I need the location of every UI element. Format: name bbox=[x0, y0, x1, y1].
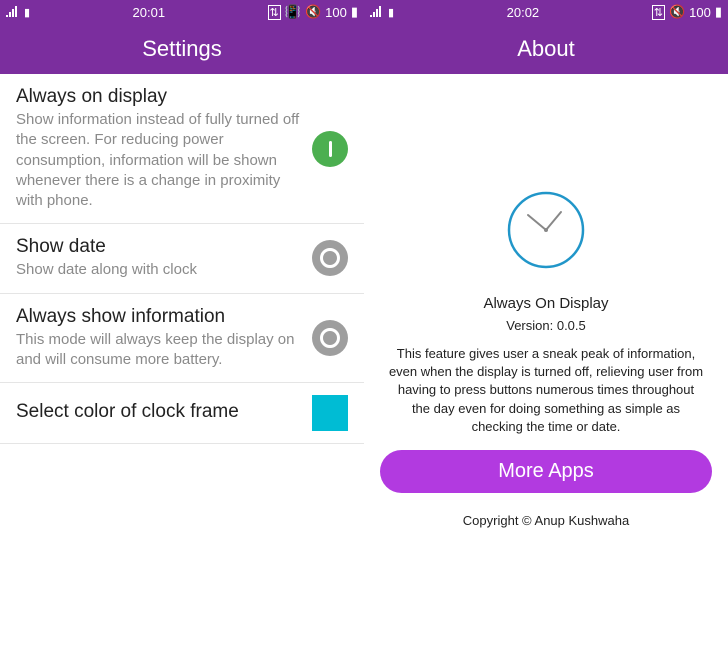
mute-icon: 🔇 bbox=[669, 4, 685, 20]
app-description: This feature gives user a sneak peak of … bbox=[380, 345, 712, 436]
setting-title: Show date bbox=[16, 236, 300, 258]
about-body: Always On Display Version: 0.0.5 This fe… bbox=[364, 74, 728, 647]
mute-icon: 🔇 bbox=[305, 4, 321, 20]
setting-subtitle: Show date along with clock bbox=[16, 260, 300, 280]
settings-list: Always on display Show information inste… bbox=[0, 74, 364, 647]
app-name: Always On Display bbox=[483, 295, 608, 312]
battery-icon: ▮ bbox=[351, 4, 358, 20]
signal-icon bbox=[6, 5, 20, 20]
toggle-off-icon[interactable] bbox=[312, 240, 348, 276]
copyright-text: Copyright © Anup Kushwaha bbox=[463, 513, 629, 528]
battery-text: 100 bbox=[325, 5, 347, 20]
toggle-off-icon[interactable] bbox=[312, 320, 348, 356]
setting-always-show-info[interactable]: Always show information This mode will a… bbox=[0, 294, 364, 384]
battery-icon: ▮ bbox=[715, 4, 722, 20]
sync-icon: ⇅ bbox=[268, 5, 281, 20]
setting-show-date[interactable]: Show date Show date along with clock bbox=[0, 224, 364, 293]
setting-clock-color[interactable]: Select color of clock frame bbox=[0, 383, 364, 444]
status-bar: ▮ 20:02 ⇅ 🔇 100 ▮ bbox=[364, 0, 728, 24]
vibrate-icon: 📳 bbox=[285, 4, 301, 20]
toggle-on-icon[interactable] bbox=[312, 131, 348, 167]
sync-icon: ⇅ bbox=[652, 5, 665, 20]
status-time: 20:01 bbox=[30, 5, 267, 20]
settings-screen: ▮ 20:01 ⇅ 📳 🔇 100 ▮ Settings Always on d… bbox=[0, 0, 364, 647]
page-title: Settings bbox=[0, 24, 364, 74]
setting-title: Select color of clock frame bbox=[16, 401, 300, 423]
color-swatch[interactable] bbox=[312, 395, 348, 431]
page-title: About bbox=[364, 24, 728, 74]
setting-always-on-display[interactable]: Always on display Show information inste… bbox=[0, 74, 364, 224]
setting-title: Always on display bbox=[16, 86, 300, 108]
setting-subtitle: This mode will always keep the display o… bbox=[16, 330, 300, 371]
status-bar: ▮ 20:01 ⇅ 📳 🔇 100 ▮ bbox=[0, 0, 364, 24]
status-time: 20:02 bbox=[394, 5, 652, 20]
setting-subtitle: Show information instead of fully turned… bbox=[16, 110, 300, 211]
battery-text: 100 bbox=[689, 5, 711, 20]
app-version: Version: 0.0.5 bbox=[506, 318, 586, 333]
about-screen: ▮ 20:02 ⇅ 🔇 100 ▮ About Always On Displa… bbox=[364, 0, 728, 647]
signal-icon bbox=[370, 5, 384, 20]
setting-title: Always show information bbox=[16, 306, 300, 328]
clock-icon bbox=[506, 190, 586, 275]
more-apps-button[interactable]: More Apps bbox=[380, 450, 712, 493]
